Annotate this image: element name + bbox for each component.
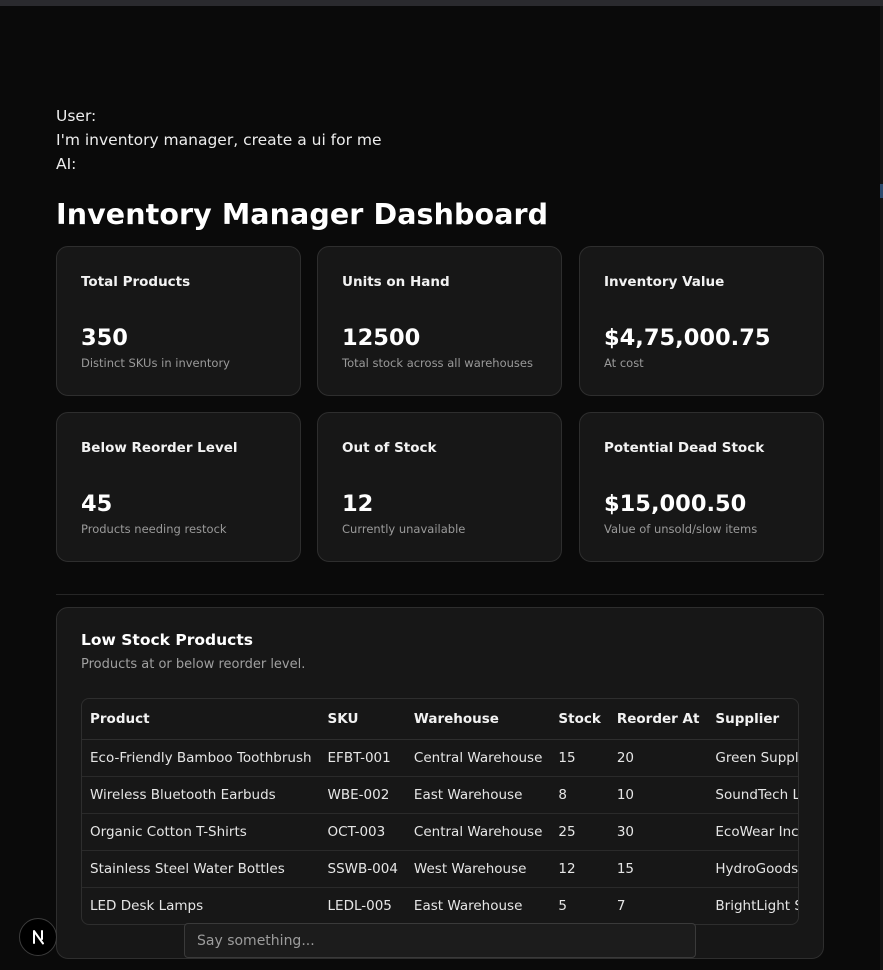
cell-sku: SSWB-004 [319, 850, 406, 888]
card-units-on-hand: Units on Hand 12500 Total stock across a… [317, 246, 562, 396]
cell-supplier: SoundTech Ltd. [707, 776, 798, 814]
card-label: Units on Hand [342, 274, 450, 290]
column-header-sku: SKU [319, 699, 406, 740]
card-subtext: Distinct SKUs in inventory [81, 356, 230, 370]
table-header-row: Product SKU Warehouse Stock Reorder At S… [82, 699, 798, 740]
card-below-reorder-level: Below Reorder Level 45 Products needing … [56, 412, 301, 562]
column-header-reorder-at: Reorder At [608, 699, 708, 740]
low-stock-table-container[interactable]: Product SKU Warehouse Stock Reorder At S… [81, 698, 799, 925]
low-stock-panel: Low Stock Products Products at or below … [56, 607, 824, 959]
table-row: Wireless Bluetooth Earbuds WBE-002 East … [82, 776, 798, 814]
card-label: Out of Stock [342, 440, 437, 456]
cell-supplier: BrightLight Suppliers [715, 897, 798, 914]
panel-subtitle: Products at or below reorder level. [81, 657, 306, 672]
cell-stock: 25 [550, 813, 609, 851]
cell-product: Wireless Bluetooth Earbuds [82, 776, 320, 814]
card-label: Potential Dead Stock [604, 440, 765, 456]
cell-product: LED Desk Lamps [90, 897, 204, 914]
card-subtext: At cost [604, 356, 644, 370]
cell-product: Eco-Friendly Bamboo Toothbrush [82, 739, 320, 777]
column-header-stock: Stock [550, 699, 609, 740]
n-logo-glyph [33, 930, 44, 945]
cell-supplier: EcoWear Inc. [707, 813, 798, 851]
cell-warehouse: East Warehouse [413, 897, 523, 914]
cell-reorder-at: 20 [608, 739, 708, 777]
cell-reorder-at: 10 [608, 776, 708, 814]
low-stock-table: Product SKU Warehouse Stock Reorder At S… [82, 699, 798, 924]
cell-warehouse: West Warehouse [405, 850, 551, 888]
cell-sku: EFBT-001 [319, 739, 406, 777]
card-subtext: Value of unsold/slow items [604, 522, 758, 536]
cell-supplier: Green Supplies Co. [707, 739, 798, 777]
cell-stock: 5 [558, 897, 567, 914]
card-inventory-value: Inventory Value $4,75,000.75 At cost [579, 246, 824, 396]
card-value: 12 [342, 491, 374, 517]
table-row: Stainless Steel Water Bottles SSWB-004 W… [82, 850, 798, 888]
user-message: I'm inventory manager, create a ui for m… [56, 131, 382, 149]
card-subtext: Currently unavailable [342, 522, 466, 536]
cell-reorder-at: 15 [608, 850, 708, 888]
cell-sku: LEDL-005 [327, 897, 392, 914]
cell-stock: 8 [550, 776, 609, 814]
user-label: User: [56, 107, 97, 125]
table-row: LED Desk Lamps LEDL-005 East Warehouse 5… [82, 887, 798, 924]
card-subtext: Total stock across all warehouses [342, 356, 533, 370]
chat-transcript: User: I'm inventory manager, create a ui… [56, 104, 382, 176]
cell-sku: WBE-002 [319, 776, 406, 814]
card-out-of-stock: Out of Stock 12 Currently unavailable [317, 412, 562, 562]
cell-reorder-at: 7 [616, 897, 626, 914]
cell-product: Organic Cotton T-Shirts [82, 813, 320, 851]
section-divider [56, 594, 824, 595]
card-value: $15,000.50 [604, 491, 747, 517]
cell-reorder-at: 30 [608, 813, 708, 851]
card-value: $4,75,000.75 [604, 325, 771, 351]
column-header-supplier: Supplier [707, 699, 798, 740]
cell-supplier: HydroGoods LLC [707, 850, 798, 888]
cell-warehouse: East Warehouse [405, 776, 551, 814]
cell-warehouse: Central Warehouse [405, 813, 551, 851]
card-total-products: Total Products 350 Distinct SKUs in inve… [56, 246, 301, 396]
card-value: 45 [81, 491, 113, 517]
column-header-product: Product [82, 699, 320, 740]
table-row: Eco-Friendly Bamboo Toothbrush EFBT-001 … [82, 739, 798, 777]
page-title: Inventory Manager Dashboard [56, 198, 549, 231]
cell-warehouse: Central Warehouse [405, 739, 551, 777]
browser-top-bar [0, 0, 883, 6]
card-potential-dead-stock: Potential Dead Stock $15,000.50 Value of… [579, 412, 824, 562]
cell-sku: OCT-003 [319, 813, 406, 851]
card-label: Inventory Value [604, 274, 725, 290]
table-row: Organic Cotton T-Shirts OCT-003 Central … [82, 813, 798, 851]
cell-product: Stainless Steel Water Bottles [82, 850, 320, 888]
card-value: 350 [81, 325, 128, 351]
ai-label: AI: [56, 155, 77, 173]
cell-stock: 15 [550, 739, 609, 777]
panel-title: Low Stock Products [81, 631, 253, 649]
card-label: Below Reorder Level [81, 440, 238, 456]
card-label: Total Products [81, 274, 191, 290]
column-header-warehouse: Warehouse [405, 699, 551, 740]
chat-input[interactable] [184, 923, 696, 958]
cell-stock: 12 [550, 850, 609, 888]
nextjs-logo-icon[interactable] [19, 918, 57, 956]
card-value: 12500 [342, 325, 421, 351]
card-subtext: Products needing restock [81, 522, 227, 536]
